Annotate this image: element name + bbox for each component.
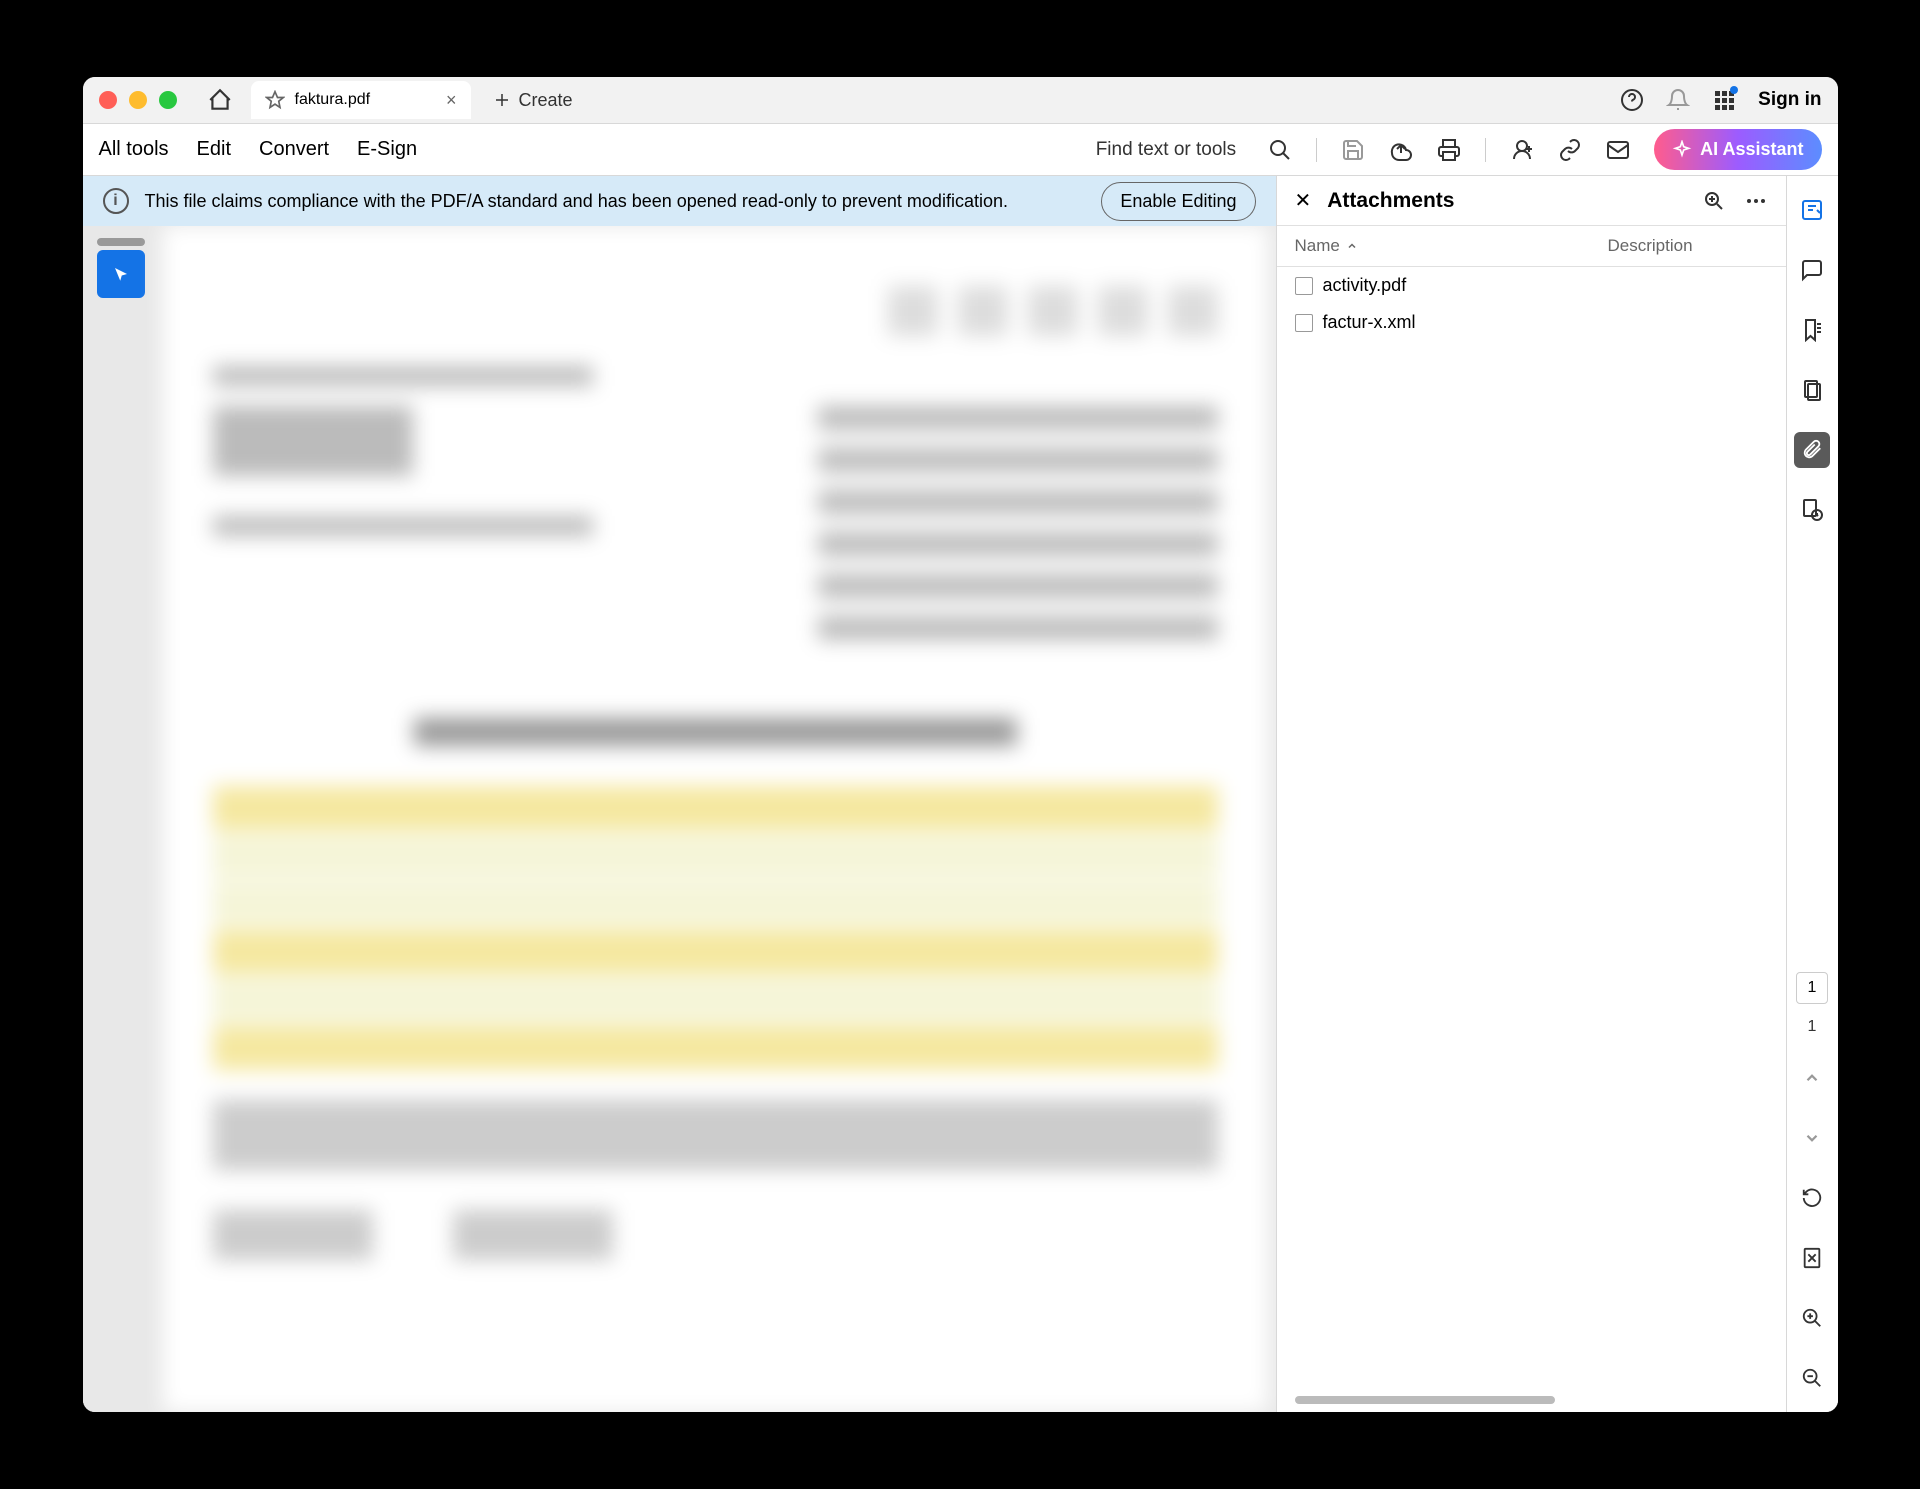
find-label: Find text or tools xyxy=(1096,139,1236,161)
content-area: i This file claims compliance with the P… xyxy=(83,176,1838,1412)
maximize-window-button[interactable] xyxy=(159,91,177,109)
print-icon[interactable] xyxy=(1437,138,1461,162)
document-viewport[interactable] xyxy=(83,226,1276,1412)
ai-assistant-label: AI Assistant xyxy=(1700,139,1803,160)
zoom-out-button[interactable] xyxy=(1794,1360,1830,1396)
rotate-button[interactable] xyxy=(1794,1180,1830,1216)
divider xyxy=(1316,138,1317,162)
cursor-icon xyxy=(112,265,130,283)
document-area: i This file claims compliance with the P… xyxy=(83,176,1276,1412)
titlebar-right: Sign in xyxy=(1620,88,1821,112)
minimize-window-button[interactable] xyxy=(129,91,147,109)
page-number-input[interactable]: 1 xyxy=(1796,972,1828,1004)
close-tab-button[interactable]: × xyxy=(446,90,457,111)
traffic-lights xyxy=(99,91,177,109)
signin-button[interactable]: Sign in xyxy=(1758,89,1821,111)
selection-tool-button[interactable] xyxy=(97,250,145,298)
upload-icon[interactable] xyxy=(1389,138,1413,162)
panel-column-headers: Name Description xyxy=(1277,226,1786,267)
menu-convert[interactable]: Convert xyxy=(259,138,329,161)
enable-editing-button[interactable]: Enable Editing xyxy=(1101,182,1255,221)
page-total: 1 xyxy=(1808,1018,1817,1036)
selection-toolbar xyxy=(97,238,145,298)
sort-asc-icon xyxy=(1346,240,1358,252)
bookmarks-button[interactable] xyxy=(1794,312,1830,348)
pdf-page xyxy=(163,226,1268,1412)
toolbar-actions: Find text or tools AI Assistant xyxy=(1096,129,1822,170)
notification-icon[interactable] xyxy=(1666,88,1690,112)
search-icon[interactable] xyxy=(1268,138,1292,162)
attachments-panel: ✕ Attachments Name Description activity.… xyxy=(1276,176,1786,1412)
column-description-header[interactable]: Description xyxy=(1608,236,1768,256)
plus-icon xyxy=(493,91,511,109)
sparkle-icon xyxy=(1672,140,1692,160)
attachment-row[interactable]: factur-x.xml xyxy=(1277,304,1786,341)
create-tab-button[interactable]: Create xyxy=(479,82,587,119)
share-user-icon[interactable] xyxy=(1510,138,1534,162)
info-message: This file claims compliance with the PDF… xyxy=(145,191,1008,212)
fit-page-button[interactable] xyxy=(1794,1240,1830,1276)
comments-button[interactable] xyxy=(1794,252,1830,288)
toolbar: All tools Edit Convert E-Sign Find text … xyxy=(83,124,1838,176)
toolbar-drag-handle[interactable] xyxy=(97,238,145,246)
right-rail: 1 1 xyxy=(1786,176,1838,1412)
page-up-button[interactable] xyxy=(1794,1060,1830,1096)
pdf-file-icon xyxy=(1295,277,1313,295)
document-tab[interactable]: faktura.pdf × xyxy=(251,81,471,119)
menu-edit[interactable]: Edit xyxy=(197,138,231,161)
divider xyxy=(1485,138,1486,162)
panel-close-button[interactable]: ✕ xyxy=(1295,188,1312,213)
email-icon[interactable] xyxy=(1606,138,1630,162)
attachment-row[interactable]: activity.pdf xyxy=(1277,267,1786,304)
info-icon: i xyxy=(103,188,129,214)
create-label: Create xyxy=(519,90,573,111)
zoom-in-button[interactable] xyxy=(1794,1300,1830,1336)
generative-summary-button[interactable] xyxy=(1794,192,1830,228)
more-options-icon[interactable] xyxy=(1744,189,1768,213)
ai-assistant-button[interactable]: AI Assistant xyxy=(1654,129,1821,170)
menu-all-tools[interactable]: All tools xyxy=(99,138,169,161)
attachments-button[interactable] xyxy=(1794,432,1830,468)
standards-button[interactable] xyxy=(1794,492,1830,528)
toolbar-menus: All tools Edit Convert E-Sign xyxy=(99,138,418,161)
app-window: faktura.pdf × Create Sign in All tools E… xyxy=(83,77,1838,1412)
thumbnails-button[interactable] xyxy=(1794,372,1830,408)
tab-filename: faktura.pdf xyxy=(295,91,371,109)
titlebar: faktura.pdf × Create Sign in xyxy=(83,77,1838,124)
page-down-button[interactable] xyxy=(1794,1120,1830,1156)
search-attachments-icon[interactable] xyxy=(1702,189,1726,213)
column-name-header[interactable]: Name xyxy=(1295,236,1608,256)
panel-scrollbar[interactable] xyxy=(1295,1396,1555,1404)
star-icon xyxy=(265,90,285,110)
apps-icon xyxy=(1712,88,1736,112)
close-window-button[interactable] xyxy=(99,91,117,109)
xml-file-icon xyxy=(1295,314,1313,332)
home-icon xyxy=(207,87,233,113)
save-icon[interactable] xyxy=(1341,138,1365,162)
attachment-name: activity.pdf xyxy=(1323,275,1407,296)
pdf-a-info-bar: i This file claims compliance with the P… xyxy=(83,176,1276,226)
apps-button[interactable] xyxy=(1712,88,1736,112)
attachment-name: factur-x.xml xyxy=(1323,312,1416,333)
panel-title: Attachments xyxy=(1327,189,1454,213)
home-button[interactable] xyxy=(197,81,243,119)
panel-header: ✕ Attachments xyxy=(1277,176,1786,226)
help-icon[interactable] xyxy=(1620,88,1644,112)
link-icon[interactable] xyxy=(1558,138,1582,162)
menu-esign[interactable]: E-Sign xyxy=(357,138,417,161)
